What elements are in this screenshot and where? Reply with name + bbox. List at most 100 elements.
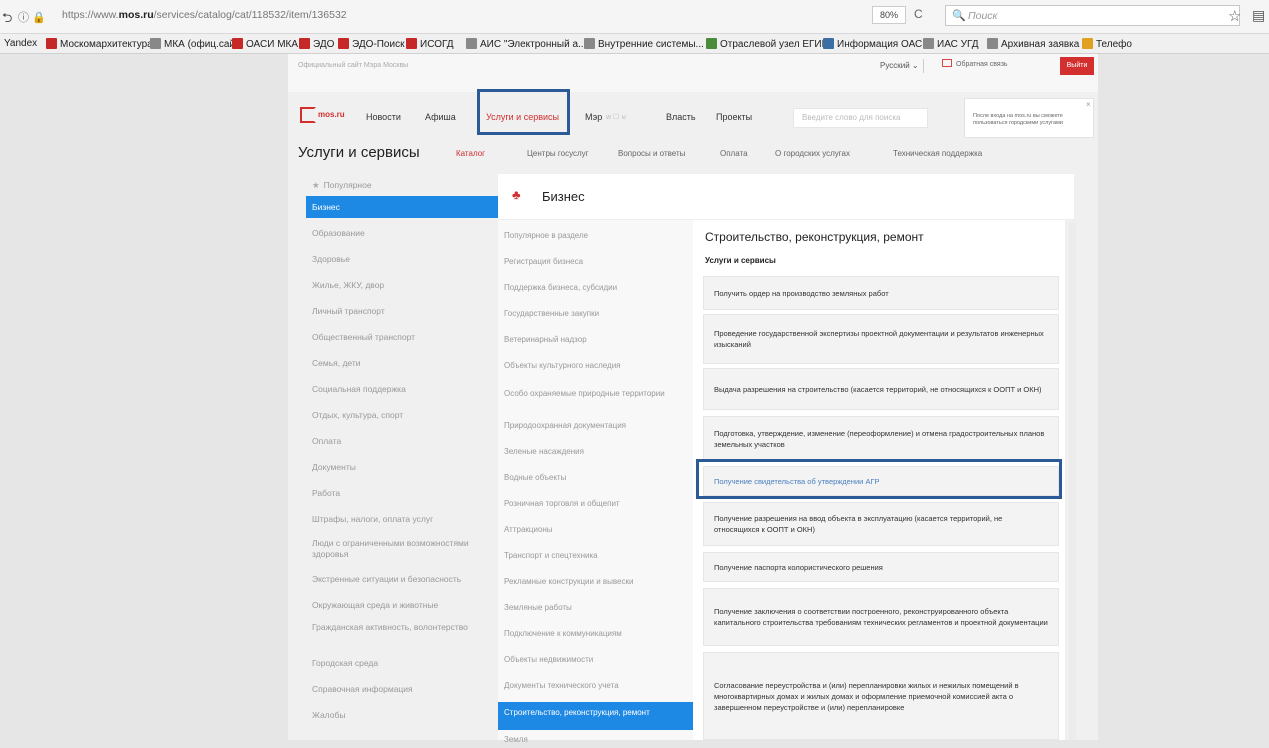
bookmark-label: ЭДО-Поиск — [352, 39, 405, 50]
sidebar-item[interactable]: Личный транспорт — [306, 300, 498, 322]
tab-about-services[interactable]: О городских услугах — [775, 149, 850, 158]
subcategory-item[interactable]: Подключение к коммуникациям — [498, 628, 693, 642]
bookmark-item[interactable]: ИСОГД — [406, 38, 454, 50]
subcategory-item[interactable]: Объекты недвижимости — [498, 654, 693, 668]
sidebar-item[interactable]: Социальная поддержка — [306, 378, 498, 400]
sidebar-item[interactable]: Гражданская активность, волонтерство — [306, 620, 498, 650]
bookmark-item[interactable]: Внутренние системы... — [584, 38, 704, 50]
subcategory-item[interactable]: Рекламные конструкции и вывески — [498, 576, 693, 590]
subcategory-item[interactable]: Государственные закупки — [498, 308, 693, 322]
subcategory-list: Популярное в разделе Регистрация бизнеса П… — [498, 220, 693, 744]
scrollbar[interactable] — [1069, 223, 1076, 740]
tab-tech-support[interactable]: Техническая поддержка — [893, 149, 982, 158]
browser-search-box[interactable]: 🔍 Поиск — [945, 5, 1240, 26]
subcategory-item[interactable]: Ветеринарный надзор — [498, 334, 693, 348]
bookmark-item[interactable]: Yandex — [4, 38, 37, 49]
bookmark-label: Отраслевой узел ЕГИП — [720, 39, 829, 50]
bookmark-item[interactable]: МКА (офиц.сайт) — [150, 38, 243, 50]
subcategory-item[interactable]: Земляные работы — [498, 602, 693, 616]
bookmark-item[interactable]: ЭДО-Поиск — [338, 38, 404, 50]
subcategory-item[interactable]: Земля — [498, 734, 693, 748]
business-title: Бизнес — [542, 189, 585, 204]
feedback-link[interactable]: Обратная связь — [942, 59, 1008, 68]
logout-button[interactable]: Выйти — [1060, 57, 1094, 75]
tab-catalog[interactable]: Каталог — [456, 149, 485, 158]
service-card[interactable]: Выдача разрешения на строительство (каса… — [703, 368, 1059, 410]
service-card[interactable]: Получение разрешения на ввод объекта в э… — [703, 502, 1059, 546]
sidebar-item[interactable]: Образование — [306, 222, 498, 244]
sidebar-item[interactable]: Семья, дети — [306, 352, 498, 374]
bookmark-favicon-icon — [299, 38, 310, 49]
sidebar-item[interactable]: Общественный транспорт — [306, 326, 498, 348]
sidebar-item[interactable]: Городская среда — [306, 652, 498, 674]
bookmark-item[interactable]: АИС "Электронный а... — [466, 38, 586, 50]
sidebar-item[interactable]: Работа — [306, 482, 498, 504]
mos-logo[interactable]: mos.ru — [300, 107, 352, 127]
sidebar-item[interactable]: Здоровье — [306, 248, 498, 270]
bookmark-item[interactable]: Телефо — [1082, 38, 1132, 50]
subcategory-item[interactable]: Регистрация бизнеса — [498, 256, 693, 270]
subcategory-item[interactable]: Строительство, реконструкция, ремонт — [498, 702, 693, 730]
bookmark-item[interactable]: ОАСИ МКА — [232, 38, 298, 50]
sidebar-item-label: Экстренные ситуации и безопасность — [312, 574, 462, 584]
sidebar-item-label: Образование — [312, 228, 365, 238]
tab-payment[interactable]: Оплата — [720, 149, 748, 158]
address-bar[interactable]: https://www.mos.ru/services/catalog/cat/… — [62, 9, 347, 21]
sidebar-item[interactable]: Экстренные ситуации и безопасность — [306, 568, 498, 590]
subcategory-item[interactable]: Особо охраняемые природные территории — [498, 388, 693, 414]
service-card[interactable]: Подготовка, утверждение, изменение (пере… — [703, 416, 1059, 462]
service-card[interactable]: Получение паспорта колористического реше… — [703, 552, 1059, 582]
reading-list-icon[interactable]: ▤ — [1252, 7, 1265, 24]
service-card[interactable]: Получить ордер на производство земляных … — [703, 276, 1059, 310]
nav-item-power[interactable]: Власть — [666, 112, 696, 122]
sidebar-item[interactable]: Отдых, культура, спорт — [306, 404, 498, 426]
bookmark-item[interactable]: Отраслевой узел ЕГИП — [706, 38, 829, 50]
sidebar-item[interactable]: ★ Популярное — [306, 174, 498, 196]
nav-item-afisha[interactable]: Афиша — [425, 112, 456, 122]
subcategory-item[interactable]: Документы технического учета — [498, 680, 693, 694]
sidebar-item[interactable]: Оплата — [306, 430, 498, 452]
bookmark-label: Телефо — [1096, 39, 1132, 50]
back-arrow-icon[interactable]: ⮌ — [2, 9, 12, 31]
sidebar-item[interactable]: Бизнес — [306, 196, 498, 218]
sidebar-item[interactable]: Штрафы, налоги, оплата услуг — [306, 508, 498, 530]
bookmark-item[interactable]: Информация ОАСИ — [823, 38, 929, 50]
subcategory-item[interactable]: Популярное в разделе — [498, 230, 693, 244]
bookmark-favicon-icon — [706, 38, 717, 49]
bookmark-item[interactable]: Архивная заявка — [987, 38, 1079, 50]
subcategory-item[interactable]: Зеленые насаждения — [498, 446, 693, 460]
bookmark-item[interactable]: ЭДО — [299, 38, 334, 50]
site-search-input[interactable]: Введите слово для поиска — [793, 108, 928, 128]
tab-faq[interactable]: Вопросы и ответы — [618, 149, 685, 158]
lock-icon[interactable]: ⓘ 🔒 — [18, 9, 46, 25]
mayor-social-icons[interactable]: w ☐ ⊌ — [606, 113, 626, 121]
subcategory-item[interactable]: Водные объекты — [498, 472, 693, 486]
subcategory-item[interactable]: Объекты культурного наследия — [498, 360, 693, 374]
service-card[interactable]: Согласование переустройства и (или) пере… — [703, 652, 1059, 740]
subcategory-item[interactable]: Поддержка бизнеса, субсидии — [498, 282, 693, 296]
bookmark-item[interactable]: Москомархитектура — [46, 38, 153, 50]
subcategory-item[interactable]: Аттракционы — [498, 524, 693, 538]
zoom-level[interactable]: 80% — [872, 6, 906, 24]
subcategory-item[interactable]: Розничная торговля и общепит — [498, 498, 693, 512]
reload-icon[interactable]: C — [914, 7, 923, 21]
sidebar-item[interactable]: Справочная информация — [306, 678, 498, 700]
tab-service-centers[interactable]: Центры госуслуг — [527, 149, 589, 158]
sidebar-item[interactable]: Люди с ограниченными возможностями здоро… — [306, 536, 498, 564]
sidebar-item-label: Справочная информация — [312, 684, 413, 694]
nav-item-news[interactable]: Новости — [366, 112, 401, 122]
sidebar-item[interactable]: Жалобы — [306, 704, 498, 726]
nav-item-mayor[interactable]: Мэр — [585, 112, 602, 122]
close-icon[interactable]: × — [1086, 101, 1091, 109]
sidebar-item[interactable]: Окружающая среда и животные — [306, 594, 498, 616]
language-select[interactable]: Русский ⌄ — [880, 61, 919, 70]
subcategory-item[interactable]: Транспорт и спецтехника — [498, 550, 693, 564]
bookmark-star-icon[interactable]: ☆ — [1228, 7, 1241, 25]
sidebar-item[interactable]: Жилье, ЖКУ, двор — [306, 274, 498, 296]
bookmark-item[interactable]: ИАС УГД — [923, 38, 979, 50]
service-card[interactable]: Получение заключения о соответствии пост… — [703, 588, 1059, 646]
nav-item-projects[interactable]: Проекты — [716, 112, 752, 122]
subcategory-item[interactable]: Природоохранная документация — [498, 420, 693, 434]
service-card[interactable]: Проведение государственной экспертизы пр… — [703, 314, 1059, 364]
sidebar-item[interactable]: Документы — [306, 456, 498, 478]
